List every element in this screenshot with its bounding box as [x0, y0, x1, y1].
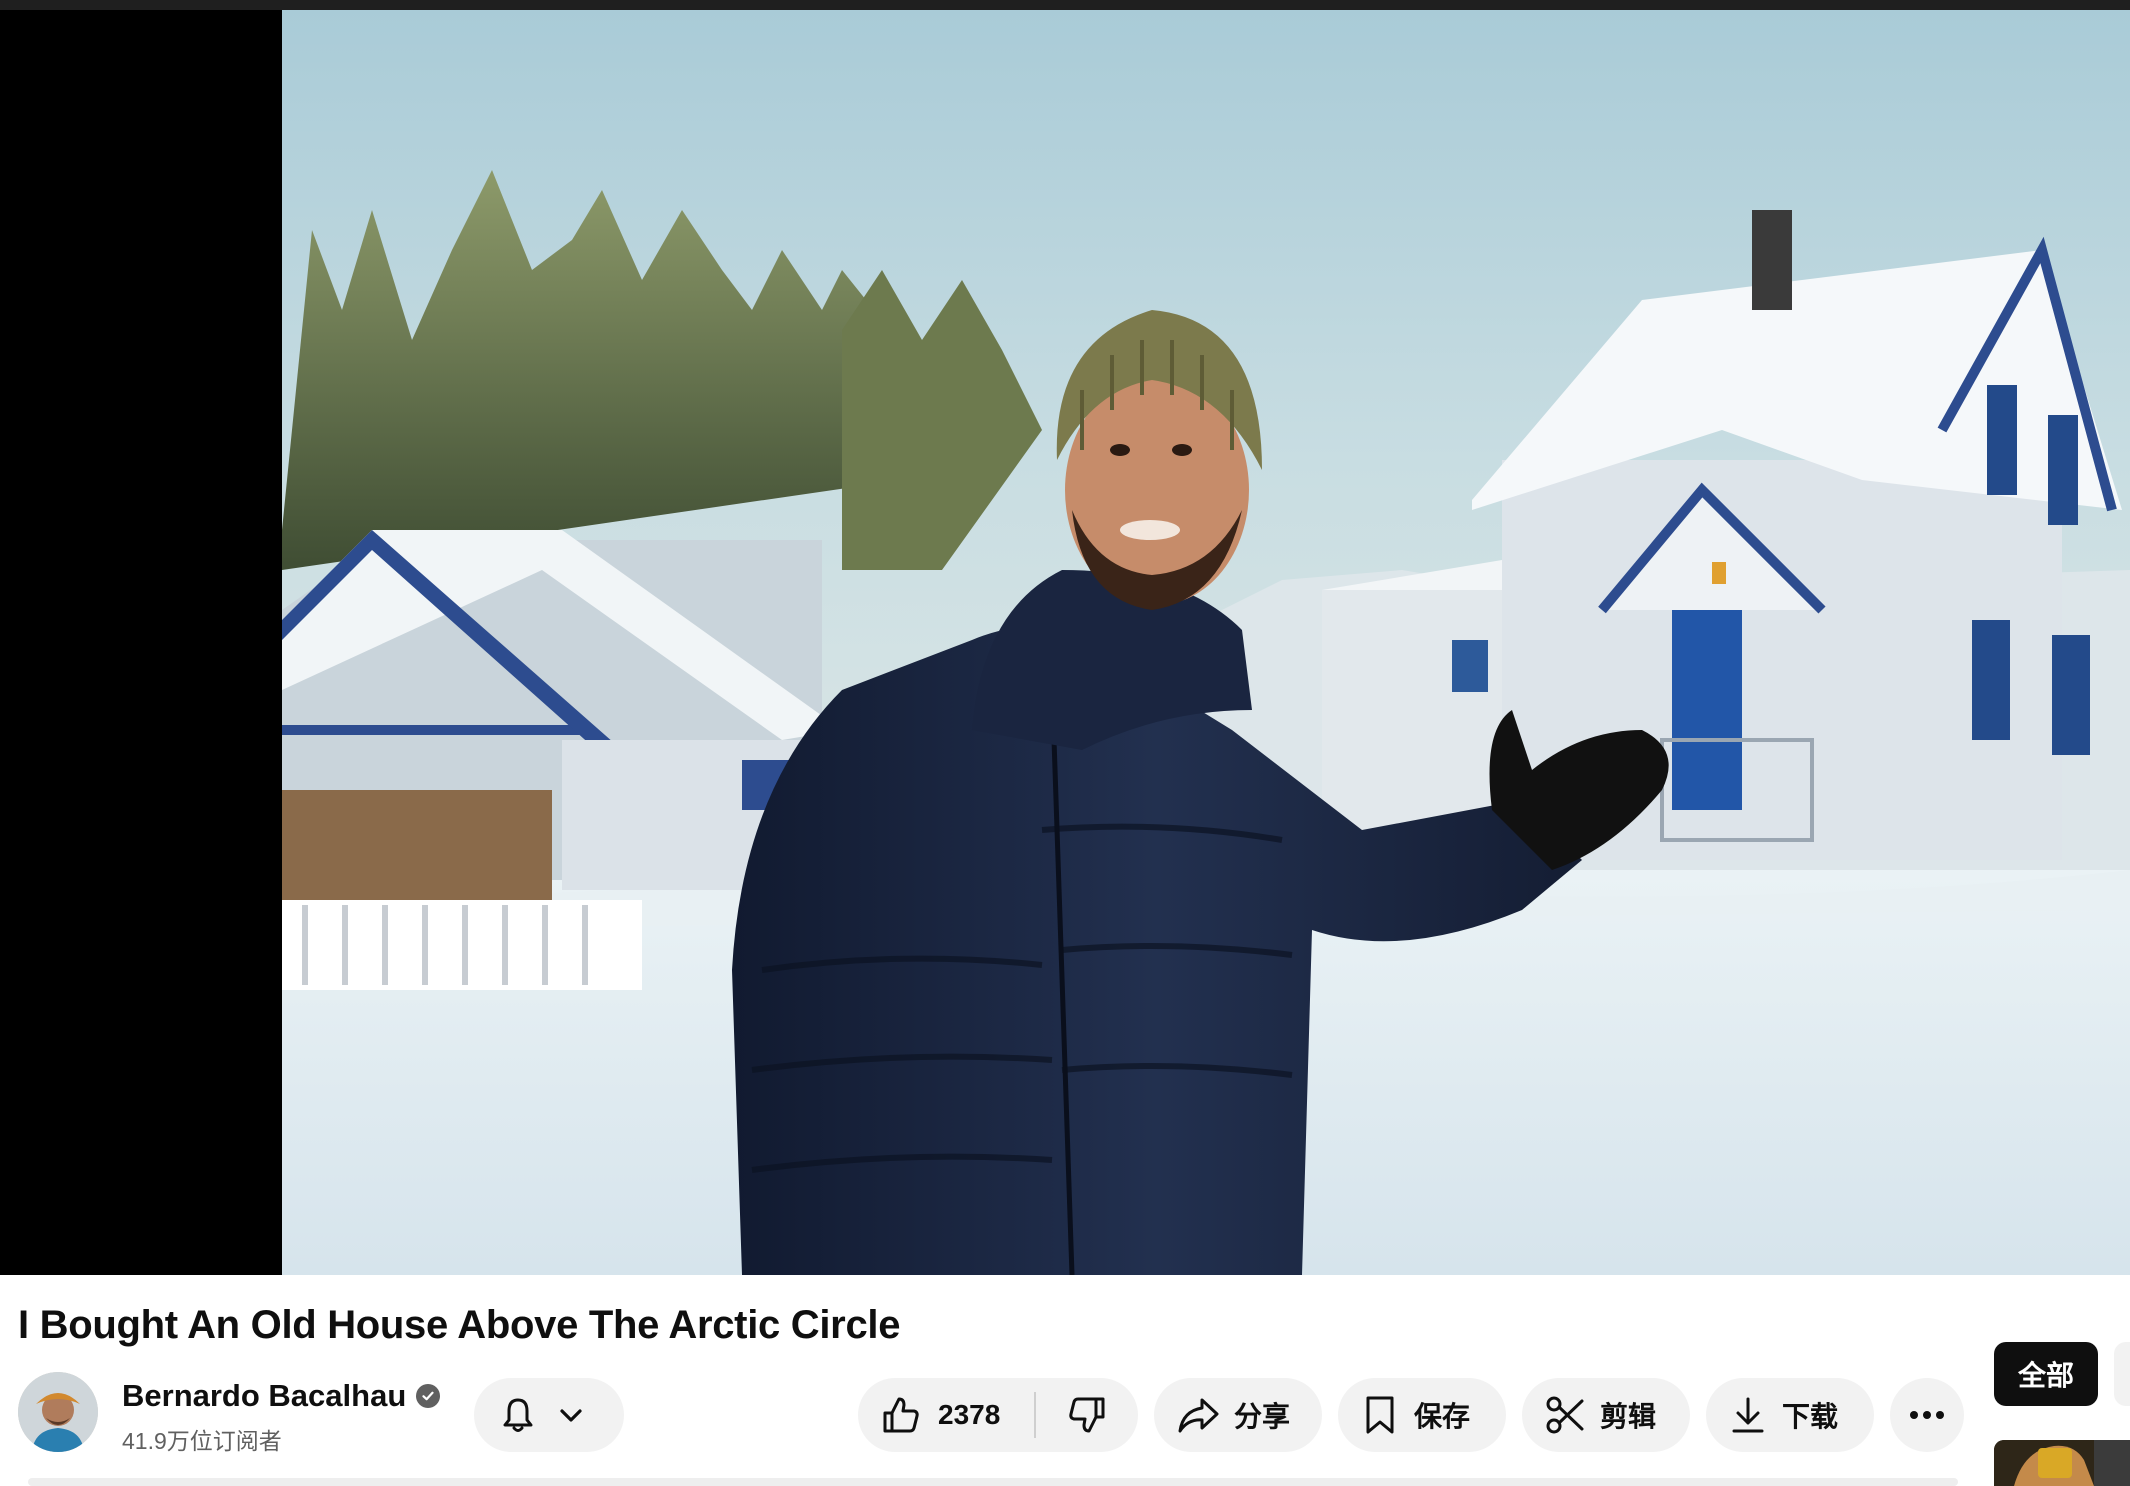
notification-settings-button[interactable]	[474, 1378, 624, 1452]
clip-button[interactable]: 剪辑	[1522, 1378, 1690, 1452]
thumb-up-icon	[883, 1397, 919, 1433]
browser-top-strip	[0, 0, 2130, 10]
video-player[interactable]	[0, 10, 2130, 1275]
avatar-image	[18, 1372, 98, 1452]
chevron-down-icon	[560, 1409, 582, 1422]
video-frame-scene	[282, 10, 2130, 1275]
thumb-down-icon	[1069, 1397, 1105, 1433]
more-horizontal-icon	[1910, 1411, 1944, 1419]
description-box-top-edge	[28, 1478, 1958, 1486]
download-label: 下载	[1782, 1401, 1839, 1432]
save-button[interactable]: 保存	[1338, 1378, 1506, 1452]
download-icon	[1732, 1397, 1764, 1433]
video-frame[interactable]	[282, 10, 2130, 1275]
share-button[interactable]: 分享	[1154, 1378, 1322, 1452]
channel-avatar[interactable]	[18, 1372, 98, 1452]
like-dislike-group: 2378	[858, 1378, 1138, 1452]
video-title: I Bought An Old House Above The Arctic C…	[18, 1303, 901, 1347]
save-label: 保存	[1414, 1401, 1471, 1432]
channel-name[interactable]: Bernardo Bacalhau	[122, 1378, 406, 1414]
clip-label: 剪辑	[1600, 1401, 1657, 1432]
download-button[interactable]: 下载	[1706, 1378, 1874, 1452]
check-badge-icon	[416, 1384, 441, 1408]
filter-chip-next[interactable]	[2114, 1342, 2130, 1406]
dislike-button[interactable]	[1036, 1378, 1138, 1452]
share-label: 分享	[1234, 1401, 1291, 1432]
like-count: 2378	[938, 1399, 1001, 1430]
more-actions-button[interactable]	[1890, 1378, 1964, 1452]
filter-chip-all[interactable]: 全部	[1994, 1342, 2098, 1406]
share-arrow-icon	[1178, 1398, 1219, 1433]
bookmark-icon	[1366, 1396, 1394, 1434]
channel-name-row[interactable]: Bernardo Bacalhau	[122, 1378, 441, 1414]
subscriber-count: 41.9万位订阅者	[122, 1428, 282, 1454]
recommended-video-thumbnail[interactable]	[1994, 1440, 2130, 1486]
like-button[interactable]: 2378	[858, 1378, 1034, 1452]
scissors-icon	[1546, 1396, 1584, 1434]
thumbnail-image	[1994, 1440, 2130, 1486]
bell-icon	[503, 1398, 533, 1432]
